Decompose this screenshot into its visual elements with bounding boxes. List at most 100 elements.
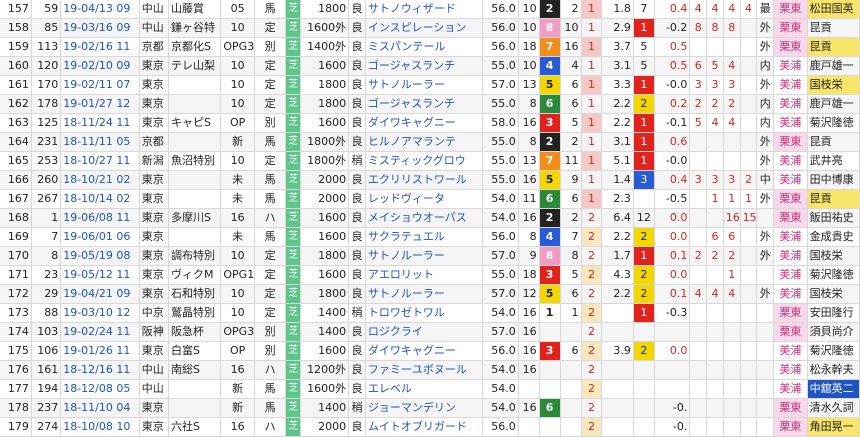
race-date-link[interactable]: 19-06/01 06 <box>63 230 130 243</box>
race-date-link[interactable]: 19-02/10 09 <box>63 59 130 72</box>
horse-name-link[interactable]: サクラテュエル <box>368 230 445 243</box>
race-date-link[interactable]: 18-10/08 10 <box>63 420 130 433</box>
finish-position: 2 <box>581 398 603 418</box>
venue: 東京 <box>139 284 170 304</box>
horse-name-link[interactable]: レッドヴィータ <box>368 192 445 205</box>
gate-number: 6 <box>539 94 561 114</box>
popularity: 2 <box>633 341 655 361</box>
running-position: 外 <box>756 246 775 266</box>
horse-name-link[interactable]: ヒルノアマランテ <box>368 135 456 148</box>
table-row: 178 237 18-11/10 04 東京 新馬芝 1400 稍ジョーマンデリン 54.0 1… <box>0 398 860 418</box>
horse-name-link[interactable]: ゴージャスランチ <box>368 97 455 110</box>
race-date-link[interactable]: 19-03/10 12 <box>63 306 130 319</box>
horse-name-link[interactable]: サトノルーラー <box>368 249 445 262</box>
horse-name-link[interactable]: ダイワキャグニー <box>368 344 456 357</box>
running-position <box>756 398 775 418</box>
race-date-link[interactable]: 19-01/26 11 <box>63 344 130 357</box>
field-size: 16 <box>518 113 540 133</box>
race-date-link[interactable]: 19-06/08 11 <box>63 211 130 224</box>
race-date-link[interactable]: 18-11/10 04 <box>63 401 130 414</box>
race-class: 10 <box>220 94 255 114</box>
race-date-link[interactable]: 18-12/16 11 <box>63 363 130 376</box>
row-number: 159 <box>0 37 32 57</box>
going: 良 <box>348 379 366 399</box>
horse-name-link[interactable]: サトノウィザード <box>368 2 456 15</box>
horse-name-link[interactable]: ミスパンテール <box>368 40 446 53</box>
horse-name-link[interactable]: サトノルーラー <box>368 78 445 91</box>
gate-number: 2 <box>539 208 561 228</box>
horse-name-link[interactable]: ゴージャスランチ <box>368 59 455 72</box>
horse-name-link[interactable]: インスピレーション <box>368 21 467 34</box>
horse-name-link[interactable]: ミスティックグロウ <box>368 154 466 167</box>
horse-name-link[interactable]: ロジクライ <box>368 325 423 338</box>
horse-name-link[interactable]: メイショウオーパス <box>368 211 467 224</box>
going: 良 <box>348 284 366 304</box>
weight: 56.0 <box>482 341 519 361</box>
trainer-name: 中舘英二 <box>807 379 860 399</box>
odds: 3.7 <box>601 37 634 57</box>
field-size: 10 <box>518 18 540 38</box>
weight: 54.0 <box>482 360 519 380</box>
venue: 中山 <box>139 360 170 380</box>
horse-name-link[interactable]: エレベル <box>368 382 412 395</box>
horse-name-link[interactable]: ファミーユボヌール <box>368 363 467 376</box>
horse-name-link[interactable]: トロワゼトワル <box>368 306 445 319</box>
corner-3: 4 <box>723 0 741 19</box>
post-number: 16 <box>560 37 582 57</box>
finish-position: 2 <box>581 379 603 399</box>
race-date-link[interactable]: 19-02/11 07 <box>63 78 130 91</box>
horse-name-cell: ゴージャスランチ <box>365 56 484 76</box>
race-date-link[interactable]: 18-10/14 02 <box>63 192 130 205</box>
race-date-link[interactable]: 19-04/13 09 <box>63 2 130 15</box>
field-size: 8 <box>518 132 540 152</box>
going: 良 <box>348 246 366 266</box>
horse-name-link[interactable]: ムイトオブリガード <box>368 420 467 433</box>
table-row: 157 59 19-04/13 09 中山 山藤賞 05 馬芝 1800 良サトノウィザード 56… <box>0 0 860 19</box>
horse-name-link[interactable]: アエロリット <box>368 268 434 281</box>
weight: 54.0 <box>482 189 519 209</box>
race-date-link[interactable]: 19-05/19 08 <box>63 249 130 262</box>
race-name: 石和特別 <box>168 284 222 304</box>
horse-name-link[interactable]: サトノルーラー <box>368 287 445 300</box>
table-row: 179 274 18-10/08 10 東京 六社S 16 ハ芝 2000 良ムイトオブリガード… <box>0 417 860 437</box>
field-size: 16 <box>518 303 540 323</box>
race-date-link[interactable]: 19-03/16 09 <box>63 21 130 34</box>
race-class: OPG3 <box>220 322 255 342</box>
race-date-link[interactable]: 18-11/11 05 <box>63 135 130 148</box>
distance: 2000 <box>300 189 350 209</box>
race-condition: ハ <box>254 360 287 380</box>
finish-position: 2 <box>581 208 603 228</box>
horse-name-cell: ダイワキャグニー <box>365 341 484 361</box>
race-date-link[interactable]: 19-04/21 09 <box>63 287 130 300</box>
corner-2: 3 <box>706 75 724 95</box>
horse-name-link[interactable]: ダイワキャグニー <box>368 116 456 129</box>
race-date-link[interactable]: 18-12/08 05 <box>63 382 130 395</box>
surface-turf: 芝 <box>285 94 301 114</box>
horse-name-cell: ジョーマンデリン <box>365 398 484 418</box>
row-index: 85 <box>31 18 62 38</box>
race-date-link[interactable]: 18-10/27 11 <box>63 154 130 167</box>
surface-turf: 芝 <box>285 303 301 323</box>
horse-name-link[interactable]: ジョーマンデリン <box>368 401 456 414</box>
race-date-link[interactable]: 19-05/12 11 <box>63 268 130 281</box>
running-position: 中 <box>756 170 775 190</box>
race-date-link[interactable]: 19-01/27 12 <box>63 97 130 110</box>
surface-turf: 芝 <box>285 56 301 76</box>
corner-1 <box>689 303 708 323</box>
affiliation: 美浦 <box>773 75 808 95</box>
distance: 1800 <box>300 75 350 95</box>
horse-name-link[interactable]: エクリリストワール <box>368 173 467 186</box>
popularity: 1 <box>633 75 655 95</box>
going: 稍 <box>348 303 366 323</box>
race-class: OPG3 <box>220 37 255 57</box>
corner-2: 5 <box>706 56 724 76</box>
race-date-link[interactable]: 18-11/24 11 <box>63 116 130 129</box>
race-date-link[interactable]: 19-02/16 11 <box>63 40 130 53</box>
trainer-name: 昆貢 <box>807 189 860 209</box>
race-date-link[interactable]: 19-02/24 11 <box>63 325 130 338</box>
corner-4 <box>740 151 758 171</box>
row-number: 162 <box>0 94 32 114</box>
post-number: 1 <box>560 303 582 323</box>
odds: 3.3 <box>601 75 634 95</box>
race-date-link[interactable]: 18-10/21 02 <box>63 173 130 186</box>
